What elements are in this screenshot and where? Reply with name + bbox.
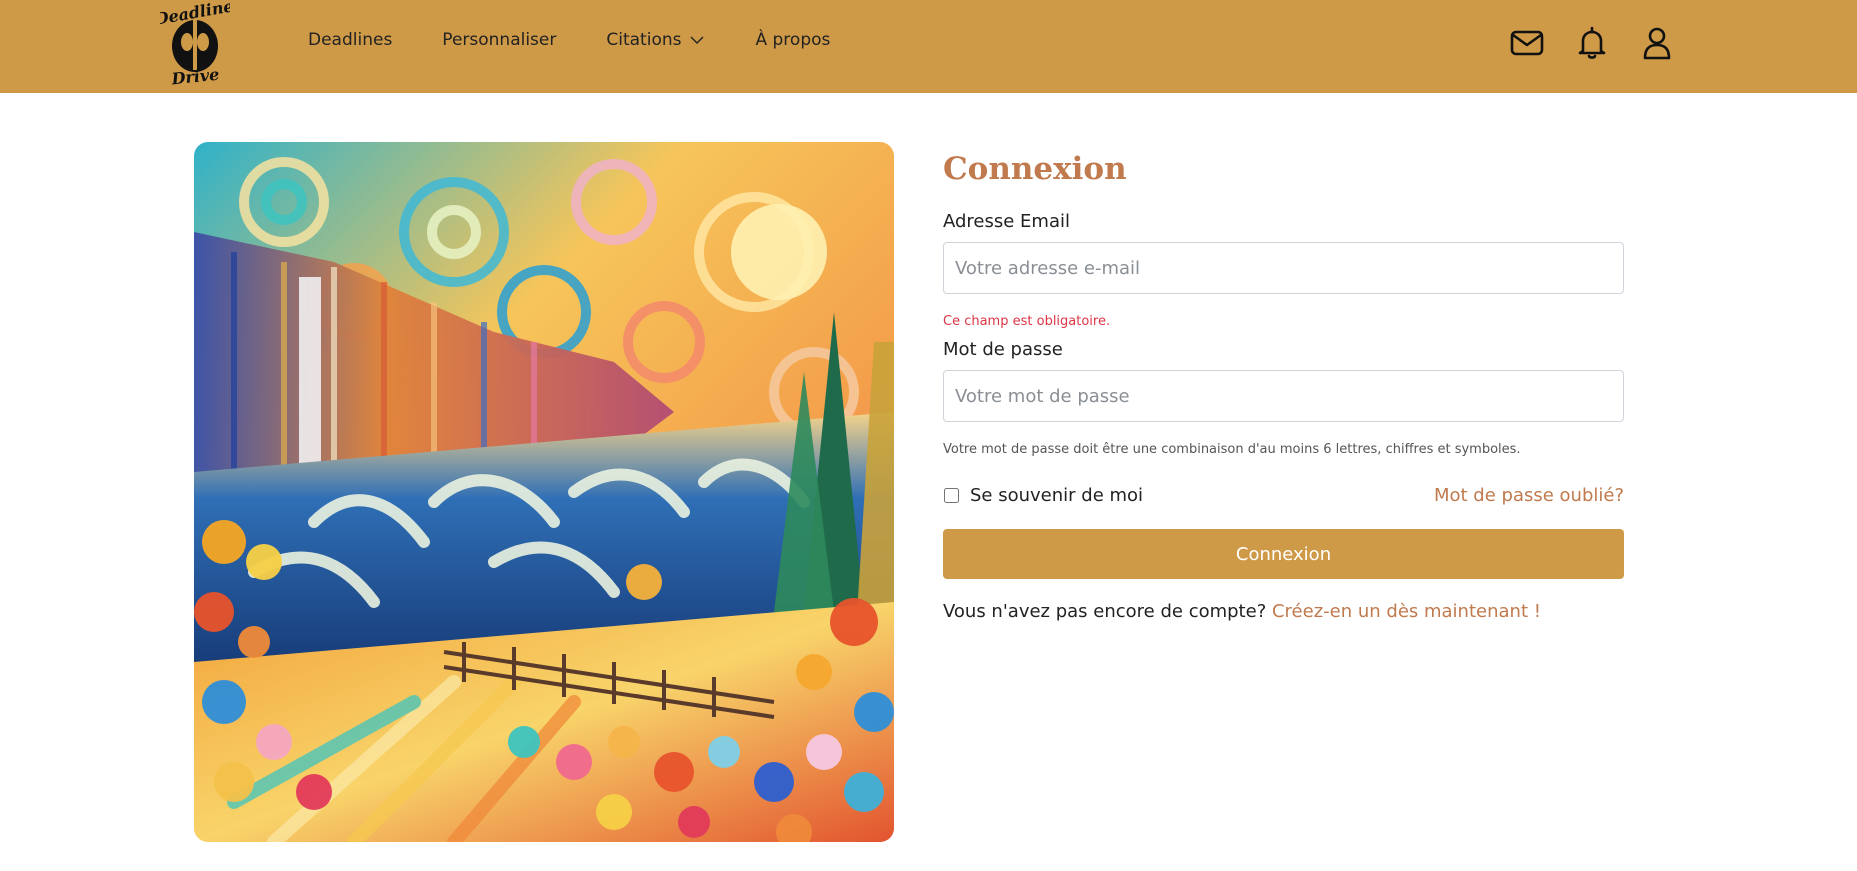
- email-field[interactable]: [943, 242, 1624, 294]
- nav-link-a-propos[interactable]: À propos: [755, 30, 830, 50]
- remember-me-checkbox[interactable]: [944, 487, 959, 503]
- user-icon[interactable]: [1639, 25, 1675, 61]
- email-label: Adresse Email: [943, 211, 1070, 232]
- nav-link-label: Citations: [606, 30, 682, 50]
- nav-link-personnaliser[interactable]: Personnaliser: [442, 30, 556, 50]
- nav-dropdown-citations[interactable]: Citations: [606, 30, 705, 50]
- remember-forgot-row: Se souvenir de moi Mot de passe oublié?: [943, 481, 1624, 509]
- password-field[interactable]: [943, 370, 1624, 422]
- bell-icon[interactable]: [1574, 25, 1610, 61]
- password-label: Mot de passe: [943, 339, 1063, 360]
- password-hint: Votre mot de passe doit être une combina…: [943, 442, 1521, 457]
- mail-icon[interactable]: [1509, 25, 1545, 61]
- main-nav: Deadlines Personnaliser Citations À prop…: [308, 30, 880, 50]
- nav-link-label: Deadlines: [308, 30, 393, 50]
- logo-graphic: Deadline Drive: [160, 2, 230, 86]
- nav-link-label: À propos: [755, 30, 831, 50]
- nav-link-label: Personnaliser: [442, 30, 557, 50]
- logo-text-bottom: Drive: [170, 65, 221, 86]
- forgot-password-link[interactable]: Mot de passe oublié?: [1434, 485, 1624, 506]
- header-icons: [1509, 25, 1675, 61]
- login-title: Connexion: [943, 151, 1127, 187]
- hero-painting: [194, 142, 894, 842]
- signup-text: Vous n'avez pas encore de compte?: [943, 601, 1267, 622]
- deadline-drive-logo[interactable]: Deadline Drive: [160, 2, 230, 86]
- remember-me-label: Se souvenir de moi: [970, 484, 1144, 506]
- chevron-down-icon: [690, 36, 704, 44]
- remember-me[interactable]: Se souvenir de moi: [943, 485, 1143, 506]
- signup-link[interactable]: Créez-en un dès maintenant !: [1272, 601, 1541, 622]
- landscape-painting-image: [194, 142, 894, 842]
- navbar: Deadline Drive Deadlines Personnaliser C…: [0, 0, 1857, 93]
- signup-prompt: Vous n'avez pas encore de compte? Créez-…: [943, 601, 1624, 622]
- login-form: Connexion Adresse Email Ce champ est obl…: [943, 148, 1624, 622]
- nav-link-deadlines[interactable]: Deadlines: [308, 30, 392, 50]
- email-error-message: Ce champ est obligatoire.: [943, 314, 1111, 329]
- login-submit-button[interactable]: Connexion: [943, 529, 1624, 579]
